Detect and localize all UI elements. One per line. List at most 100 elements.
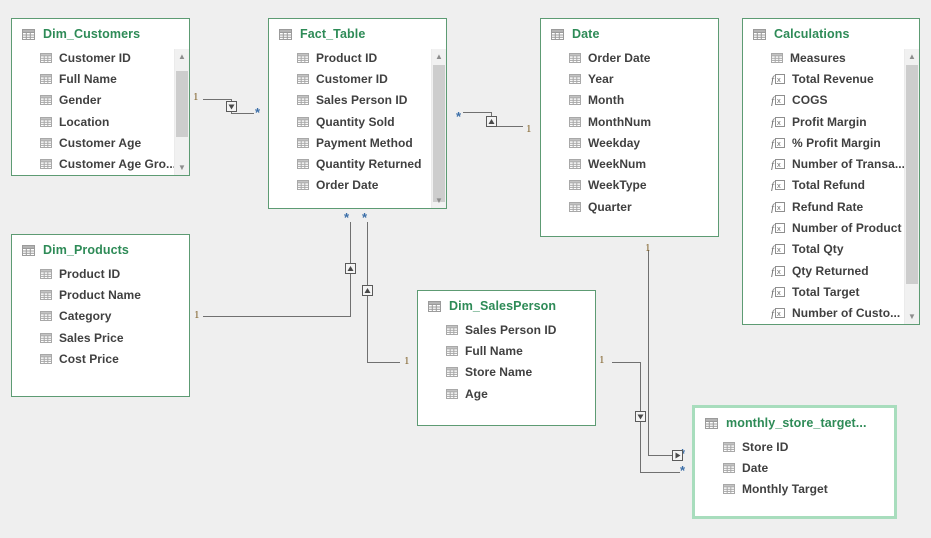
field-row[interactable]: MonthNum xyxy=(541,111,718,132)
field-row[interactable]: Product Name xyxy=(12,284,189,305)
field-row[interactable]: Customer Age Gro... xyxy=(12,153,189,174)
field-row[interactable]: Month xyxy=(541,90,718,111)
rel-customers-fact[interactable] xyxy=(231,113,254,114)
field-row[interactable]: Store Name xyxy=(418,362,595,383)
scrollbar-thumb[interactable] xyxy=(433,65,445,202)
cross-filter-up-icon[interactable] xyxy=(362,285,373,296)
table-title-dim-products[interactable]: Dim_Products xyxy=(12,235,189,263)
field-row[interactable]: Weekday xyxy=(541,132,718,153)
field-row[interactable]: f x Number of Custo... xyxy=(743,303,919,324)
field-label: Sales Person ID xyxy=(465,322,557,337)
field-row[interactable]: Quantity Returned xyxy=(269,153,446,174)
field-row[interactable]: Quantity Sold xyxy=(269,111,446,132)
field-row[interactable]: f x Number of Transa... xyxy=(743,153,919,174)
table-name-label: Dim_SalesPerson xyxy=(449,299,557,313)
measure-icon: fx xyxy=(771,158,785,171)
table-card-fact-table[interactable]: Fact_Table Product ID Customer ID Sales Per… xyxy=(268,18,447,209)
column-icon xyxy=(40,353,52,365)
field-row[interactable]: Sales Person ID xyxy=(418,319,595,340)
field-row[interactable]: Monthly Target xyxy=(695,479,894,500)
field-label: Weekday xyxy=(588,135,641,150)
chevron-down-icon[interactable]: ▼ xyxy=(905,309,919,324)
chevron-down-icon[interactable]: ▼ xyxy=(175,160,189,175)
table-card-dim-customers[interactable]: Dim_Customers Customer ID Full Name Gender L… xyxy=(11,18,190,176)
field-row[interactable]: Customer ID xyxy=(269,68,446,89)
chevron-up-icon[interactable]: ▲ xyxy=(905,49,919,64)
field-row[interactable]: Store ID xyxy=(695,436,894,457)
field-label: Sales Person ID xyxy=(316,93,408,108)
field-row[interactable]: Customer ID xyxy=(12,47,189,68)
table-title-monthly-store-target[interactable]: monthly_store_target... xyxy=(695,408,894,436)
field-row[interactable]: Date xyxy=(695,457,894,478)
field-row[interactable]: f x Profit Margin xyxy=(743,111,919,132)
field-row[interactable]: Sales Person ID xyxy=(269,90,446,111)
field-label: Sales Price xyxy=(59,330,124,345)
field-row[interactable]: WeekType xyxy=(541,175,718,196)
chevron-down-icon[interactable]: ▼ xyxy=(432,193,446,208)
field-row[interactable]: WeekNum xyxy=(541,153,718,174)
field-row[interactable]: Location xyxy=(12,111,189,132)
rel-date-monthly[interactable] xyxy=(648,250,649,455)
cross-filter-right-icon[interactable] xyxy=(672,450,683,461)
column-icon xyxy=(723,462,735,474)
table-card-dim-products[interactable]: Dim_Products Product ID Product Name Catego… xyxy=(11,234,190,397)
field-row[interactable]: Product ID xyxy=(269,47,446,68)
cross-filter-up-icon[interactable] xyxy=(345,263,356,274)
field-row[interactable]: f x Refund Rate xyxy=(743,196,919,217)
field-row[interactable]: f x Total Revenue xyxy=(743,68,919,89)
field-row[interactable]: Category xyxy=(12,306,189,327)
field-row[interactable]: f x Number of Product xyxy=(743,217,919,238)
scrollbar-fact-table[interactable]: ▲ ▼ xyxy=(431,49,446,208)
chevron-up-icon[interactable]: ▲ xyxy=(175,49,189,64)
table-title-dim-salesperson[interactable]: Dim_SalesPerson xyxy=(418,291,595,319)
cross-filter-down-icon[interactable] xyxy=(226,101,237,112)
table-title-calculations[interactable]: Calculations xyxy=(743,19,919,47)
scrollbar-calculations[interactable]: ▲ ▼ xyxy=(904,49,919,324)
measure-icon: fx xyxy=(771,179,785,192)
field-row[interactable]: Quarter xyxy=(541,196,718,217)
field-row[interactable]: Order Date xyxy=(541,47,718,68)
cross-filter-down-icon[interactable] xyxy=(635,411,646,422)
table-card-dim-salesperson[interactable]: Dim_SalesPerson Sales Person ID Full Name S… xyxy=(417,290,596,426)
table-title-dim-customers[interactable]: Dim_Customers xyxy=(12,19,189,47)
field-row[interactable]: Order Date xyxy=(269,175,446,196)
field-label: Age xyxy=(465,386,488,401)
field-row[interactable]: Full Name xyxy=(12,68,189,89)
rel-products-fact[interactable] xyxy=(203,316,351,317)
field-row[interactable]: Measures xyxy=(743,47,919,68)
column-icon xyxy=(40,116,52,128)
table-title-fact-table[interactable]: Fact_Table xyxy=(269,19,446,47)
table-card-monthly-store-target[interactable]: monthly_store_target... Store ID Date Month… xyxy=(692,405,897,519)
field-row[interactable]: f x Total Target xyxy=(743,281,919,302)
data-model-canvas[interactable]: Dim_Customers Customer ID Full Name Gender L… xyxy=(0,0,931,538)
field-row[interactable]: f x Total Qty xyxy=(743,239,919,260)
table-title-date-table[interactable]: Date xyxy=(541,19,718,47)
table-card-calculations[interactable]: Calculations Measures f x Total Revenue f x COG… xyxy=(742,18,920,325)
rel-salesperson-monthly[interactable] xyxy=(612,362,640,363)
field-row[interactable]: f x COGS xyxy=(743,90,919,111)
field-row[interactable]: Full Name xyxy=(418,340,595,361)
field-row[interactable]: f x % Profit Margin xyxy=(743,132,919,153)
field-row[interactable]: f x Qty Returned xyxy=(743,260,919,281)
scrollbar-thumb[interactable] xyxy=(176,71,188,137)
rel-customers-fact[interactable] xyxy=(203,99,231,100)
field-row[interactable]: Cost Price xyxy=(12,348,189,369)
field-row[interactable]: Sales Price xyxy=(12,327,189,348)
column-icon xyxy=(40,310,52,322)
table-card-date-table[interactable]: Date Order Date Year Month MonthNum Weekday We… xyxy=(540,18,719,237)
chevron-up-icon[interactable]: ▲ xyxy=(432,49,446,64)
field-row[interactable]: f x Total Refund xyxy=(743,175,919,196)
field-row[interactable]: Customer Age xyxy=(12,132,189,153)
field-row[interactable]: Payment Method xyxy=(269,132,446,153)
rel-salesperson-monthly[interactable] xyxy=(640,472,680,473)
scrollbar-dim-customers[interactable]: ▲ ▼ xyxy=(174,49,189,175)
field-row[interactable]: Product ID xyxy=(12,263,189,284)
field-row[interactable]: Age xyxy=(418,383,595,404)
rel-fact-date[interactable] xyxy=(463,112,491,113)
scrollbar-thumb[interactable] xyxy=(906,65,918,284)
cardinality-marker-one: 1 xyxy=(194,309,200,321)
field-row[interactable]: Gender xyxy=(12,90,189,111)
rel-salesperson-fact[interactable] xyxy=(367,362,400,363)
field-row[interactable]: Year xyxy=(541,68,718,89)
cross-filter-up-icon[interactable] xyxy=(486,116,497,127)
